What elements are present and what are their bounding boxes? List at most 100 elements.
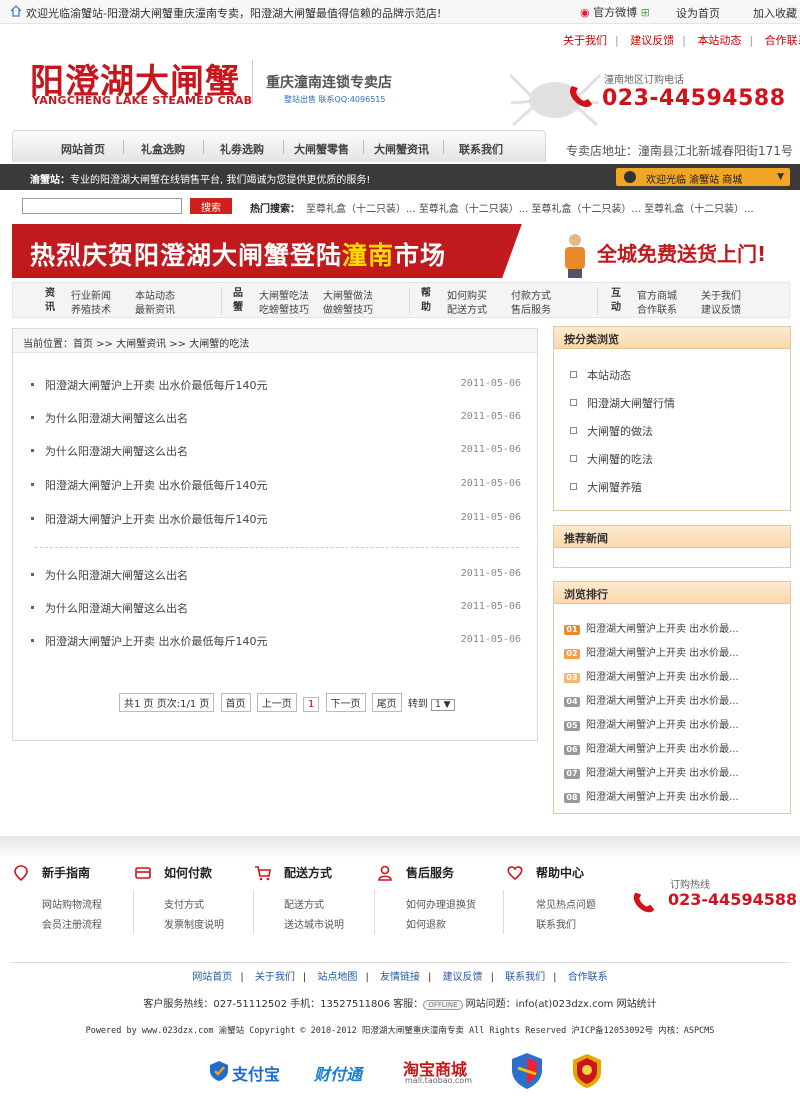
globe-icon [624, 171, 636, 183]
footer-link-friends[interactable]: 友情链接 [380, 972, 420, 983]
search-button[interactable]: 搜索 [190, 198, 232, 214]
footer-link[interactable]: 如何办理退换货 [406, 896, 476, 911]
footer-link-feedback[interactable]: 建议反馈 [443, 972, 483, 983]
quick-link[interactable]: 做螃蟹技巧 [323, 301, 373, 316]
category-item[interactable]: 大闸蟹的吃法 [570, 451, 653, 467]
favorite-link[interactable]: 加入收藏 [753, 5, 797, 21]
category-item[interactable]: 阳澄湖大闸蟹行情 [570, 395, 675, 411]
footer-link[interactable]: 常见热点问题 [536, 896, 596, 911]
nav-contact[interactable]: 联系我们 [459, 141, 503, 157]
weibo-link[interactable]: ◉ 官方微博 ⊞ [580, 4, 650, 20]
list-item[interactable]: 为什么阳澄湖大闸蟹这么出名 2011-05-06 [31, 410, 521, 426]
footer-link[interactable]: 网站购物流程 [42, 896, 102, 911]
quick-link[interactable]: 本站动态 [135, 287, 175, 302]
footer-link-sitemap[interactable]: 站点地图 [317, 972, 357, 983]
alipay-logo[interactable]: 支付宝 [208, 1052, 292, 1090]
plus-icon [570, 399, 577, 406]
ranking-item[interactable]: 02 阳澄湖大闸蟹沪上开卖 出水价最... [564, 644, 739, 659]
category-item[interactable]: 本站动态 [570, 367, 631, 383]
security-badge[interactable] [510, 1052, 544, 1090]
category-title: 按分类浏览 [554, 327, 790, 349]
sublink-cooperation[interactable]: 合作联系 [765, 34, 800, 47]
home-icon[interactable] [10, 5, 22, 17]
security-shield-icon [512, 1053, 542, 1089]
ranking-item[interactable]: 03 阳澄湖大闸蟹沪上开卖 出水价最... [564, 668, 739, 683]
quick-link[interactable]: 合作联系 [637, 301, 677, 316]
quick-link[interactable]: 建议反馈 [701, 301, 741, 316]
footer-link[interactable]: 如何退款 [406, 916, 446, 931]
next-page-button[interactable]: 下一页 [325, 693, 366, 712]
footer-link[interactable]: 配送方式 [284, 896, 324, 911]
offline-status-badge[interactable]: OFFLINE [423, 1000, 463, 1010]
footer-link-about[interactable]: 关于我们 [255, 972, 295, 983]
sublink-news[interactable]: 本站动态 [697, 34, 741, 47]
first-page-button[interactable]: 首页 [220, 693, 251, 712]
search-input[interactable] [22, 198, 182, 214]
phone-icon [570, 86, 592, 107]
list-item[interactable]: 为什么阳澄湖大闸蟹这么出名 2011-05-06 [31, 443, 521, 459]
quick-link[interactable]: 养殖技术 [71, 301, 111, 316]
ranking-item[interactable]: 06 阳澄湖大闸蟹沪上开卖 出水价最... [564, 740, 739, 755]
page-select[interactable]: 1 ▼ [431, 699, 455, 711]
quick-link[interactable]: 行业新闻 [71, 287, 111, 302]
ranking-item[interactable]: 01 阳澄湖大闸蟹沪上开卖 出水价最... [564, 620, 739, 635]
category-item[interactable]: 大闸蟹的做法 [570, 423, 653, 439]
quick-link[interactable]: 最新资讯 [135, 301, 175, 316]
quick-link[interactable]: 付款方式 [511, 287, 551, 302]
category-item[interactable]: 大闸蟹养殖 [570, 479, 642, 495]
list-item[interactable]: 阳澄湖大闸蟹沪上开卖 出水价最低每斤140元 2011-05-06 [31, 511, 521, 527]
ranking-item[interactable]: 04 阳澄湖大闸蟹沪上开卖 出水价最... [564, 692, 739, 707]
list-item[interactable]: 阳澄湖大闸蟹沪上开卖 出水价最低每斤140元 2011-05-06 [31, 377, 521, 393]
footer-link[interactable]: 会员注册流程 [42, 916, 102, 931]
footer-link[interactable]: 发票制度说明 [164, 916, 224, 931]
taobao-mall-logo[interactable]: 淘宝商城 mall.taobao.com [403, 1052, 483, 1090]
plus-icon: ⊞ [640, 6, 650, 19]
nav-home[interactable]: 网站首页 [61, 141, 105, 157]
recommend-box: 推荐新闻 [553, 525, 791, 568]
list-item[interactable]: 为什么阳澄湖大闸蟹这么出名 2011-05-06 [31, 600, 521, 616]
quick-link[interactable]: 吃螃蟹技巧 [259, 301, 309, 316]
footer-link[interactable]: 联系我们 [536, 916, 576, 931]
article-list-panel: 当前位置：首页 >> 大闸蟹资讯 >> 大闸蟹的吃法 阳澄湖大闸蟹沪上开卖 出水… [12, 328, 538, 741]
tenpay-logo[interactable]: 财付通 [314, 1052, 386, 1090]
hot-search-links[interactable]: 至尊礼盒（十二只装）... 至尊礼盒（十二只装）... 至尊礼盒（十二只装）..… [306, 200, 754, 215]
quick-link[interactable]: 关于我们 [701, 287, 741, 302]
footer-link-cooperation[interactable]: 合作联系 [568, 972, 608, 983]
quick-link[interactable]: 大闸蟹吃法 [259, 287, 309, 302]
current-page[interactable]: 1 [302, 697, 320, 712]
list-item[interactable]: 阳澄湖大闸蟹沪上开卖 出水价最低每斤140元 2011-05-06 [31, 633, 521, 649]
phone-icon [633, 892, 655, 913]
promo-banner[interactable]: 热烈庆贺阳澄湖大闸蟹登陆潼南市场 全城免费送货上门! [12, 224, 790, 278]
mall-welcome-button[interactable]: 欢迎光临 渝蟹站 商城 ▼ [616, 168, 790, 186]
footer-link[interactable]: 支付方式 [164, 896, 204, 911]
delivery-man-icon [565, 234, 585, 278]
category-box: 按分类浏览 本站动态 阳澄湖大闸蟹行情 大闸蟹的做法 大闸蟹的吃法 大闸蟹养殖 [553, 326, 791, 511]
nav-news[interactable]: 大闸蟹资讯 [374, 141, 429, 157]
list-item[interactable]: 阳澄湖大闸蟹沪上开卖 出水价最低每斤140元 2011-05-06 [31, 477, 521, 493]
sublink-feedback[interactable]: 建议反馈 [630, 34, 674, 47]
footer-link-contact[interactable]: 联系我们 [505, 972, 545, 983]
sublink-about[interactable]: 关于我们 [563, 34, 607, 47]
quick-link[interactable]: 官方商城 [637, 287, 677, 302]
footer-contact-info: 客户服务热线：027-51112502 手机：13527511806 客服： OF… [143, 999, 657, 1010]
last-page-button[interactable]: 尾页 [371, 693, 402, 712]
police-badge[interactable] [570, 1052, 604, 1090]
quick-link[interactable]: 售后服务 [511, 301, 551, 316]
nav-gift-voucher[interactable]: 礼劵选购 [220, 141, 264, 157]
footer-link-home[interactable]: 网站首页 [192, 972, 232, 983]
quick-link[interactable]: 大闸蟹做法 [323, 287, 373, 302]
quick-link[interactable]: 如何购买 [447, 287, 487, 302]
prev-page-button[interactable]: 上一页 [256, 693, 297, 712]
quick-menu: 资讯 行业新闻 本站动态 养殖技术 最新资讯 品蟹 大闸蟹吃法 大闸蟹做法 吃螃… [12, 282, 790, 318]
ranking-item[interactable]: 05 阳澄湖大闸蟹沪上开卖 出水价最... [564, 716, 739, 731]
ranking-item[interactable]: 07 阳澄湖大闸蟹沪上开卖 出水价最... [564, 764, 739, 779]
list-item[interactable]: 为什么阳澄湖大闸蟹这么出名 2011-05-06 [31, 567, 521, 583]
ranking-item[interactable]: 08 阳澄湖大闸蟹沪上开卖 出水价最... [564, 788, 739, 803]
footer-band [0, 836, 800, 858]
footer-link[interactable]: 送达城市说明 [284, 916, 344, 931]
quick-link[interactable]: 配送方式 [447, 301, 487, 316]
nav-retail[interactable]: 大闸蟹零售 [294, 141, 349, 157]
set-home-link[interactable]: 设为首页 [676, 5, 720, 21]
sub-links: 关于我们| 建议反馈| 本站动态| 合作联系 [560, 32, 800, 48]
nav-gift-box[interactable]: 礼盒选购 [141, 141, 185, 157]
